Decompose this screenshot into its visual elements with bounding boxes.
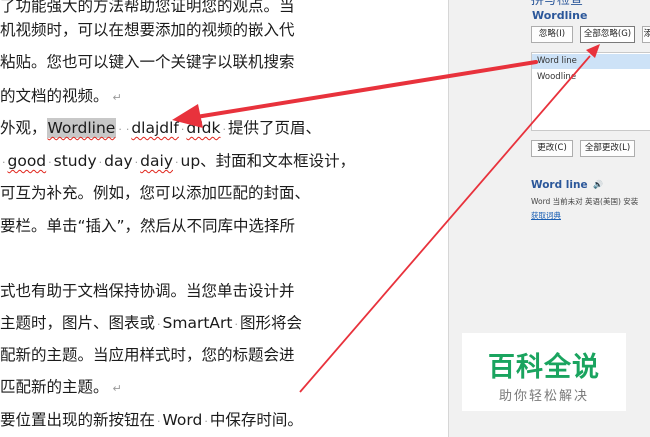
doc-line: 可互为补充。例如，您可以添加匹配的封面、 — [0, 184, 311, 202]
ignore-all-button[interactable]: 全部忽略(G) — [580, 26, 635, 43]
misspelled-word[interactable]: dlajdlf — [131, 119, 179, 137]
doc-line: · good · study · day · daiy · up、封面和文本框设计， — [2, 152, 356, 170]
misspelled-word[interactable]: dfdk — [186, 119, 220, 137]
paragraph-mark-icon: ↵ — [112, 91, 122, 104]
doc-line: 匹配新的主题。 ↵ — [0, 378, 122, 396]
watermark-title: 百科全说 — [488, 352, 600, 383]
doc-line: 主题时，图片、图表或 · SmartArt · 图形将会 — [0, 314, 302, 332]
speaker-icon[interactable]: 🔊 — [593, 180, 603, 189]
doc-line: 外观，Wordline · · dlajdlf · dfdk · 提供了页眉、 — [0, 118, 322, 138]
watermark-subtitle: 助你轻松解决 — [498, 389, 589, 404]
get-dictionary-link[interactable]: 获取词典 — [531, 210, 561, 221]
change-all-button[interactable]: 全部更改(L) — [580, 140, 635, 157]
add-button[interactable]: 添 — [642, 26, 650, 43]
pane-title: 拼写检查 — [531, 0, 584, 8]
misspelled-word-label: Wordline — [532, 9, 588, 22]
definition-word: Word line — [531, 179, 588, 191]
doc-line: 要位置出现的新按钮在 · Word · 中保存时间。 — [0, 411, 303, 429]
suggestion-item[interactable]: Woodline — [532, 70, 650, 85]
watermark: 百科全说 助你轻松解决 — [462, 333, 626, 411]
suggestion-item[interactable]: Word line — [532, 54, 650, 69]
definition-text: Word 当前未对 英语(美国) 安装 — [531, 197, 639, 206]
suggestion-list[interactable]: Word line Woodline — [531, 52, 650, 131]
doc-line: 式也有助于文档保持协调。当您单击设计并 — [0, 282, 295, 300]
selected-misspelled-word[interactable]: Wordline — [46, 118, 117, 138]
paragraph-mark-icon: ↵ — [112, 382, 122, 395]
doc-line: 的文档的视频。 ↵ — [0, 87, 122, 105]
doc-line: 机视频时，可以在想要添加的视频的嵌入代 — [0, 21, 295, 39]
doc-line: 粘贴。您也可以键入一个关键字以联机搜索 — [0, 53, 295, 71]
ignore-button[interactable]: 忽略(I) — [531, 26, 573, 43]
doc-line: 要栏。单击“插入”，然后从不同库中选择所 — [0, 217, 296, 235]
change-button[interactable]: 更改(C) — [531, 140, 573, 157]
doc-line: 配新的主题。当应用样式时，您的标题会进 — [0, 346, 295, 364]
misspelled-word[interactable]: daiy — [140, 152, 173, 170]
misspelled-word[interactable]: good — [8, 152, 47, 170]
document-page[interactable]: 了功能强大的方法帮助您证明您的观点。当 机视频时，可以在想要添加的视频的嵌入代 … — [0, 0, 448, 437]
